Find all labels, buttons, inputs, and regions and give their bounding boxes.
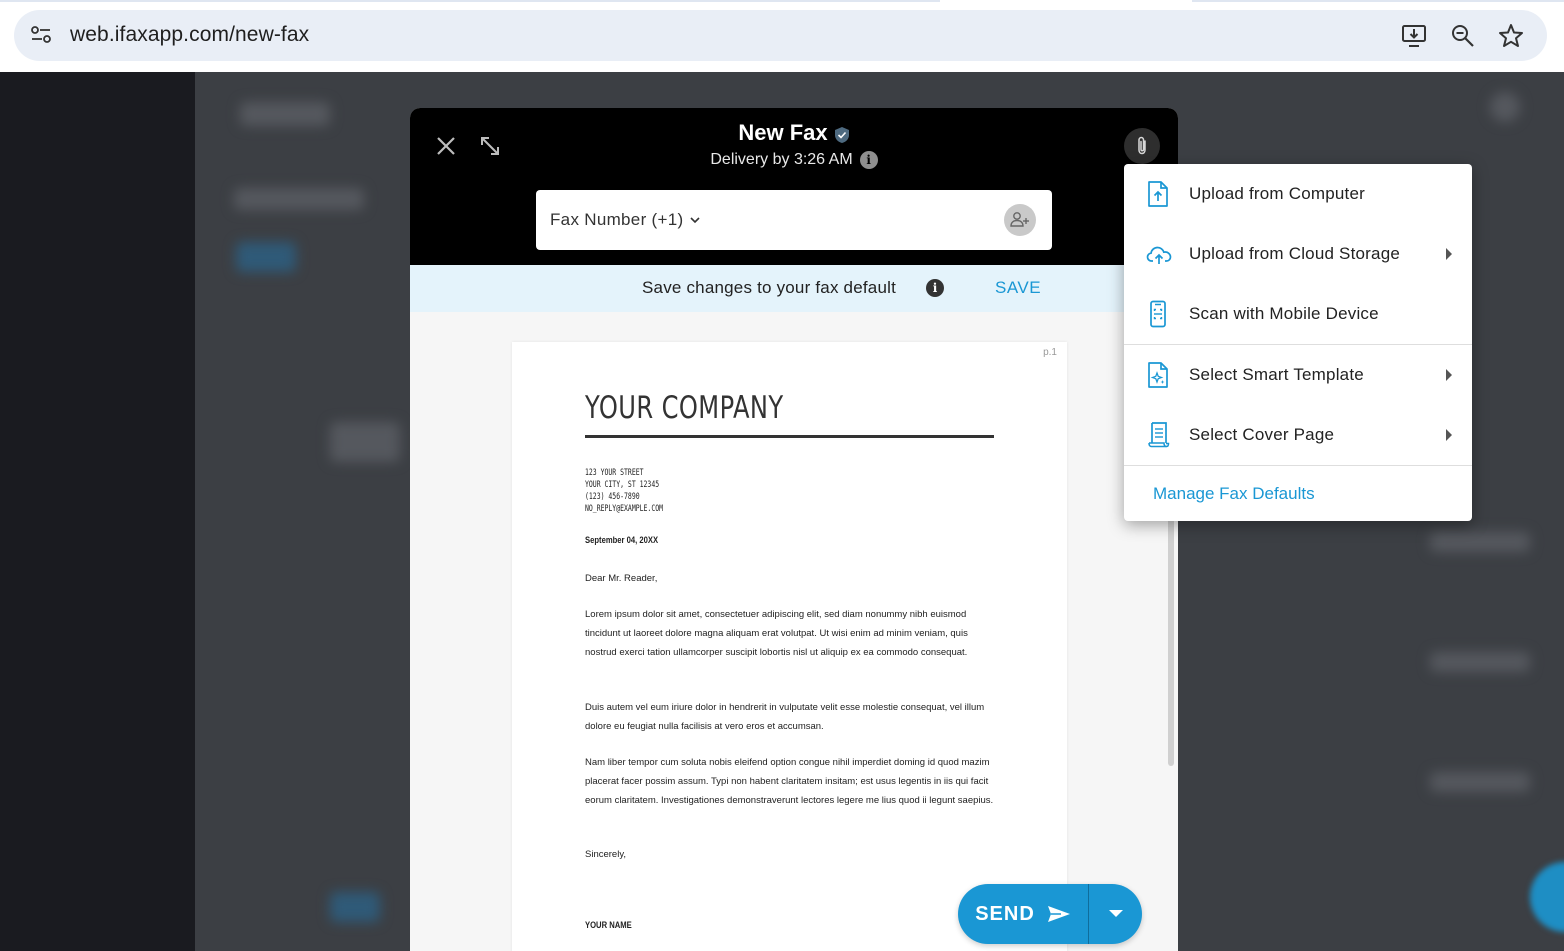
letter-closing: Sincerely, bbox=[585, 849, 627, 860]
delivery-text: Delivery by 3:26 AM bbox=[710, 151, 853, 168]
letter-date: September 04, 20XX bbox=[585, 535, 659, 545]
address-line: YOUR CITY, ST 12345 bbox=[585, 480, 660, 490]
install-app-icon[interactable] bbox=[1400, 22, 1428, 50]
background-sidebar bbox=[0, 72, 195, 951]
letter-paragraph: Nam liber tempor cum soluta nobis eleife… bbox=[585, 757, 994, 806]
menu-item-label: Select Smart Template bbox=[1189, 365, 1364, 384]
fax-page-preview: p.1 YOUR COMPANY 123 YOUR STREET YOUR CI… bbox=[512, 342, 1067, 951]
fax-number-country-select[interactable]: Fax Number (+1) bbox=[550, 210, 701, 230]
delivery-estimate: Delivery by 3:26 AM i bbox=[410, 151, 1178, 169]
smart-template-icon bbox=[1146, 361, 1170, 389]
bookmark-star-icon[interactable] bbox=[1497, 22, 1525, 50]
modal-header: New Fax Delivery by 3:26 AM i Fax Number… bbox=[410, 108, 1178, 265]
attach-button[interactable] bbox=[1124, 128, 1160, 164]
new-fax-modal: New Fax Delivery by 3:26 AM i Fax Number… bbox=[410, 108, 1178, 951]
menu-item-upload-computer[interactable]: Upload from Computer bbox=[1124, 164, 1472, 224]
send-arrow-icon bbox=[1047, 906, 1070, 922]
letter-paragraph: Lorem ipsum dolor sit amet, consectetuer… bbox=[585, 609, 968, 658]
background-blur bbox=[234, 188, 364, 210]
background-blur bbox=[1430, 772, 1530, 792]
verified-shield-icon bbox=[834, 124, 850, 143]
file-upload-icon bbox=[1146, 180, 1170, 208]
letter-signature: YOUR NAME bbox=[585, 920, 632, 930]
background-blur bbox=[1430, 652, 1530, 672]
manage-fax-defaults-link[interactable]: Manage Fax Defaults bbox=[1153, 484, 1315, 504]
title-text: New Fax bbox=[738, 120, 828, 145]
background-blur bbox=[240, 102, 330, 126]
letter-salutation: Dear Mr. Reader, bbox=[585, 573, 658, 584]
fax-number-label: Fax Number (+1) bbox=[550, 210, 684, 229]
menu-item-smart-template[interactable]: Select Smart Template bbox=[1124, 345, 1472, 405]
send-button[interactable]: SEND bbox=[958, 884, 1088, 944]
menu-divider bbox=[1124, 465, 1472, 466]
zoom-icon[interactable] bbox=[1449, 22, 1477, 50]
save-button[interactable]: SAVE bbox=[995, 278, 1041, 298]
info-icon[interactable]: i bbox=[859, 151, 878, 169]
send-button-group: SEND bbox=[958, 884, 1142, 944]
submenu-arrow-icon bbox=[1446, 429, 1452, 441]
divider bbox=[585, 435, 994, 438]
modal-title: New Fax bbox=[410, 120, 1178, 146]
background-blur bbox=[1490, 92, 1520, 122]
company-heading: YOUR COMPANY bbox=[585, 390, 784, 426]
menu-item-scan-mobile[interactable]: Scan with Mobile Device bbox=[1124, 284, 1472, 344]
background-blur bbox=[1430, 532, 1530, 552]
attach-menu: Upload from Computer Upload from Cloud S… bbox=[1124, 164, 1472, 521]
background-blur bbox=[330, 892, 380, 922]
letter-paragraph: Duis autem vel eum iriure dolor in hendr… bbox=[585, 702, 985, 732]
background-blur bbox=[330, 422, 400, 462]
add-contact-button[interactable] bbox=[1004, 204, 1036, 236]
send-label: SEND bbox=[975, 902, 1035, 925]
address-block: 123 YOUR STREET YOUR CITY, ST 12345 (123… bbox=[585, 467, 663, 515]
loading-bar bbox=[0, 0, 940, 2]
cover-page-icon bbox=[1146, 421, 1170, 449]
menu-item-label: Select Cover Page bbox=[1189, 425, 1335, 444]
address-line: (123) 456-7890 bbox=[585, 492, 640, 502]
fax-number-field[interactable]: Fax Number (+1) bbox=[536, 190, 1052, 250]
contacts-icon bbox=[1010, 212, 1029, 227]
url-text[interactable]: web.ifaxapp.com/new-fax bbox=[70, 23, 309, 47]
submenu-arrow-icon bbox=[1446, 369, 1452, 381]
info-icon[interactable]: i bbox=[926, 279, 944, 297]
background-blur bbox=[236, 242, 296, 272]
send-options-dropdown[interactable] bbox=[1089, 884, 1142, 944]
loading-bar-segment bbox=[1192, 0, 1564, 2]
cloud-upload-icon bbox=[1146, 240, 1172, 268]
site-info-icon[interactable] bbox=[28, 22, 54, 48]
menu-item-label: Upload from Computer bbox=[1189, 184, 1365, 203]
menu-item-label: Upload from Cloud Storage bbox=[1189, 244, 1401, 263]
caret-down-icon bbox=[1108, 910, 1123, 917]
address-bar[interactable]: web.ifaxapp.com/new-fax bbox=[14, 10, 1547, 61]
browser-toolbar: web.ifaxapp.com/new-fax bbox=[0, 0, 1564, 72]
save-defaults-bar: Save changes to your fax default i SAVE bbox=[410, 265, 1178, 312]
menu-item-upload-cloud[interactable]: Upload from Cloud Storage bbox=[1124, 224, 1472, 284]
menu-item-label: Scan with Mobile Device bbox=[1189, 304, 1379, 323]
chevron-down-icon bbox=[690, 217, 701, 224]
page-number: p.1 bbox=[1043, 347, 1057, 358]
menu-item-cover-page[interactable]: Select Cover Page bbox=[1124, 405, 1472, 465]
address-line: 123 YOUR STREET bbox=[585, 468, 644, 478]
submenu-arrow-icon bbox=[1446, 248, 1452, 260]
save-defaults-text: Save changes to your fax default bbox=[642, 278, 897, 297]
address-line: NO_REPLY@EXAMPLE.COM bbox=[585, 504, 664, 514]
paperclip-icon bbox=[1138, 136, 1146, 155]
mobile-scan-icon bbox=[1146, 300, 1170, 328]
